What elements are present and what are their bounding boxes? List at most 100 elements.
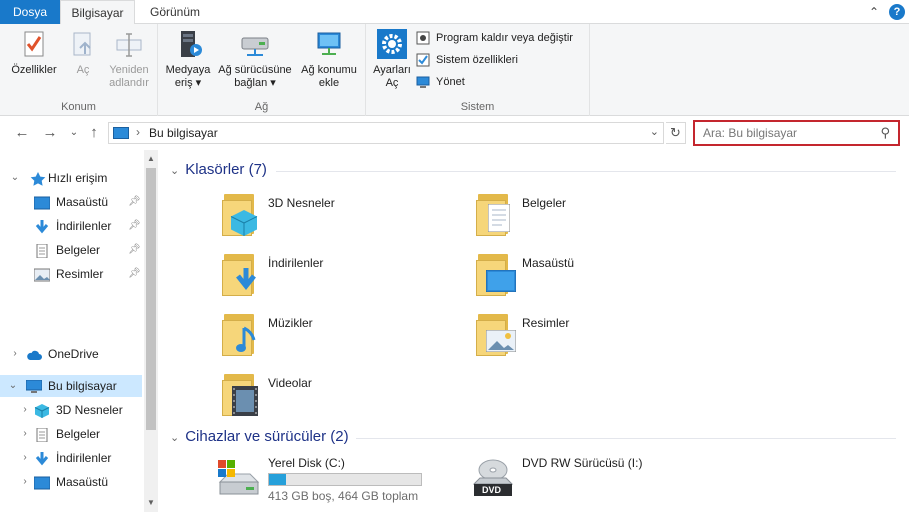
uninstall-icon bbox=[416, 31, 430, 45]
breadcrumb-this-pc[interactable]: Bu bilgisayar bbox=[149, 126, 218, 140]
collapsed-chevron-icon[interactable]: › bbox=[20, 399, 30, 421]
pin-icon[interactable]: 📌︎ bbox=[128, 239, 141, 261]
document-icon bbox=[34, 243, 50, 259]
disk-usage-bar bbox=[268, 473, 422, 486]
desktop-icon bbox=[33, 475, 51, 490]
add-network-location-button[interactable]: Ağ konumu ekle bbox=[296, 28, 362, 90]
rename-button[interactable]: Yeniden adlandır bbox=[102, 28, 156, 90]
folders-section-header[interactable]: ⌄ Klasörler (7) bbox=[170, 159, 267, 181]
address-history-dropdown-icon[interactable]: ⌄ bbox=[650, 125, 659, 138]
forward-arrow-icon[interactable]: → bbox=[42, 125, 58, 141]
nav-onedrive[interactable]: › OneDrive bbox=[13, 343, 136, 365]
desktop-folder-icon bbox=[476, 250, 516, 298]
nav-quick-documents[interactable]: Belgeler 📌︎ bbox=[34, 239, 142, 261]
scroll-up-arrow-icon[interactable]: ▲ bbox=[147, 154, 155, 163]
picture-icon bbox=[33, 267, 51, 282]
disk-usage-fill bbox=[269, 474, 286, 485]
scrollbar-thumb[interactable] bbox=[146, 168, 156, 430]
nav-pc-desktop[interactable]: › Masaüstü bbox=[23, 471, 142, 493]
location-group-label: Konum bbox=[61, 101, 96, 113]
collapse-ribbon-icon[interactable]: ⌃ bbox=[866, 4, 882, 20]
pin-icon[interactable]: 📌︎ bbox=[128, 191, 141, 213]
uninstall-program-button[interactable]: Program kaldır veya değiştir bbox=[416, 28, 573, 48]
collapsed-chevron-icon[interactable]: › bbox=[20, 471, 30, 493]
nav-pc-3d-objects[interactable]: › 3D Nesneler bbox=[23, 399, 142, 421]
content-pane: ⌄ Klasörler (7) 3D Nesneler Belgeler İndi… bbox=[158, 150, 909, 512]
folder-videos[interactable]: Videolar bbox=[222, 370, 422, 422]
scroll-down-arrow-icon[interactable]: ▼ bbox=[147, 498, 155, 507]
folder-music[interactable]: Müzikler bbox=[222, 310, 422, 362]
system-properties-icon bbox=[416, 53, 430, 67]
network-location-icon bbox=[313, 28, 345, 60]
manage-computer-icon bbox=[416, 75, 430, 89]
folder-downloads[interactable]: İndirilenler bbox=[222, 250, 422, 302]
tab-computer[interactable]: Bilgisayar bbox=[60, 0, 135, 25]
tab-file[interactable]: Dosya bbox=[0, 0, 60, 24]
network-group: Medyaya eriş ▾ Ağ sürücüsüne bağlan ▾ Ağ… bbox=[158, 24, 366, 116]
dvd-badge: DVD bbox=[482, 485, 502, 495]
open-button[interactable]: Aç bbox=[66, 28, 100, 77]
music-folder-icon bbox=[222, 310, 262, 358]
nav-this-pc[interactable]: ⌄ Bu bilgisayar bbox=[0, 375, 142, 397]
system-group: Ayarları Aç Program kaldır veya değiştir… bbox=[366, 24, 590, 116]
open-icon bbox=[67, 28, 99, 60]
manage-button[interactable]: Yönet bbox=[416, 72, 465, 92]
network-group-label: Ağ bbox=[254, 101, 269, 113]
expand-chevron-icon[interactable]: ⌄ bbox=[8, 375, 18, 397]
nav-pc-downloads[interactable]: › İndirilenler bbox=[23, 447, 142, 469]
drive-dvd-rw-i[interactable]: DVD DVD RW Sürücüsü (I:) bbox=[468, 456, 718, 506]
system-properties-button[interactable]: Sistem özellikleri bbox=[416, 50, 518, 70]
nav-quick-pictures[interactable]: Resimler 📌︎ bbox=[33, 263, 142, 285]
address-bar-row: ← → ⌄ ↑ › Bu bilgisayar ⌄ ↻ Ara: Bu bilg… bbox=[0, 117, 909, 149]
nav-quick-desktop[interactable]: Masaüstü 📌︎ bbox=[33, 191, 142, 213]
folder-pictures[interactable]: Resimler bbox=[476, 310, 676, 362]
computer-icon bbox=[25, 379, 43, 393]
download-arrow-icon bbox=[34, 219, 50, 234]
nav-quick-downloads[interactable]: İndirilenler 📌︎ bbox=[34, 215, 142, 237]
settings-gear-icon bbox=[376, 28, 408, 60]
system-group-label: Sistem bbox=[460, 101, 495, 113]
search-box[interactable]: Ara: Bu bilgisayar ⚲ bbox=[693, 120, 900, 146]
nav-pane-scrollbar[interactable]: ▲ ▼ bbox=[144, 150, 158, 512]
media-access-button[interactable]: Medyaya eriş ▾ bbox=[162, 28, 214, 90]
collapse-chevron-icon[interactable]: ⌄ bbox=[170, 432, 179, 444]
up-arrow-icon[interactable]: ↑ bbox=[86, 125, 102, 141]
network-drive-icon bbox=[239, 28, 271, 60]
pin-icon[interactable]: 📌︎ bbox=[128, 263, 141, 285]
map-drive-button[interactable]: Ağ sürücüsüne bağlan ▾ bbox=[216, 28, 294, 90]
nav-quick-access[interactable]: ⌄ Hızlı erişim bbox=[11, 167, 140, 189]
address-field[interactable]: › Bu bilgisayar ⌄ bbox=[108, 122, 664, 144]
recent-dropdown-icon[interactable]: ⌄ bbox=[66, 125, 82, 141]
properties-icon bbox=[18, 28, 50, 60]
search-icon[interactable]: ⚲ bbox=[880, 125, 890, 141]
expand-chevron-icon[interactable]: ⌄ bbox=[10, 167, 20, 189]
desktop-icon bbox=[33, 195, 51, 210]
back-arrow-icon[interactable]: ← bbox=[14, 125, 30, 141]
document-icon bbox=[34, 427, 50, 443]
open-settings-button[interactable]: Ayarları Aç bbox=[370, 28, 414, 90]
rename-icon bbox=[113, 28, 145, 60]
location-group: Özellikler Aç Yeniden adlandır Konum bbox=[0, 24, 158, 116]
refresh-icon[interactable]: ↻ bbox=[666, 122, 686, 144]
folder-desktop[interactable]: Masaüstü bbox=[476, 250, 676, 302]
collapsed-chevron-icon[interactable]: › bbox=[20, 423, 30, 445]
collapsed-chevron-icon[interactable]: › bbox=[10, 343, 20, 365]
ribbon-tab-bar: Dosya Bilgisayar Görünüm ⌃ ? bbox=[0, 0, 909, 25]
tab-view[interactable]: Görünüm bbox=[140, 0, 210, 24]
media-server-icon bbox=[172, 28, 204, 60]
nav-pc-documents[interactable]: › Belgeler bbox=[23, 423, 142, 445]
devices-section-header[interactable]: ⌄ Cihazlar ve sürücüler (2) bbox=[170, 426, 349, 448]
section-divider bbox=[276, 171, 896, 172]
breadcrumb-chevron-icon[interactable]: › bbox=[136, 125, 140, 139]
properties-button[interactable]: Özellikler bbox=[6, 28, 62, 77]
folder-3d-objects[interactable]: 3D Nesneler bbox=[222, 190, 422, 242]
3d-objects-folder-icon bbox=[222, 190, 262, 238]
videos-folder-icon bbox=[222, 370, 262, 418]
collapse-chevron-icon[interactable]: ⌄ bbox=[170, 165, 179, 177]
pin-icon[interactable]: 📌︎ bbox=[128, 215, 141, 237]
help-icon[interactable]: ? bbox=[889, 4, 905, 20]
collapsed-chevron-icon[interactable]: › bbox=[20, 447, 30, 469]
cloud-icon bbox=[26, 347, 42, 361]
folder-documents[interactable]: Belgeler bbox=[476, 190, 676, 242]
drive-local-disk-c[interactable]: Yerel Disk (C:) 413 GB boş, 464 GB topla… bbox=[214, 456, 464, 506]
